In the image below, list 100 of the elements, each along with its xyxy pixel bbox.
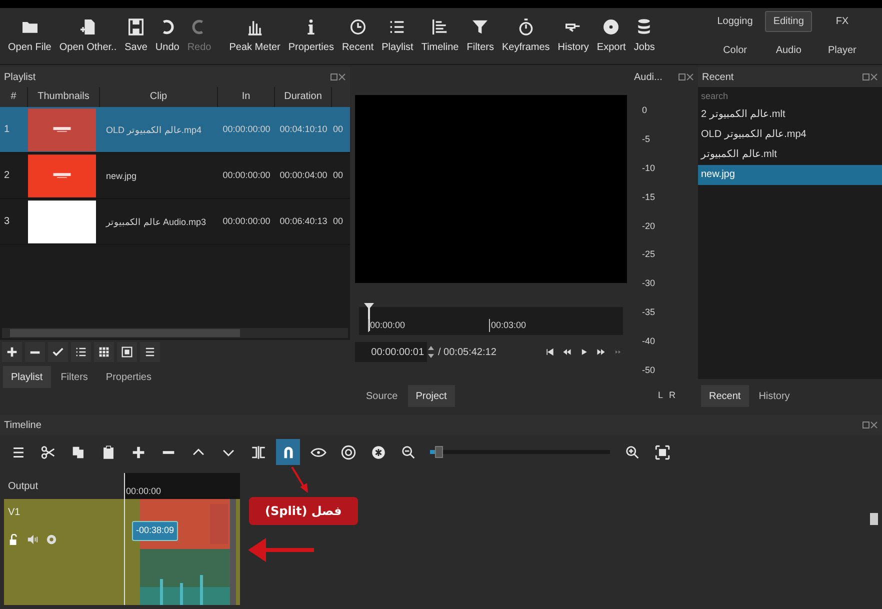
meter-scale-label: -50 [642, 364, 656, 375]
plus-icon [5, 345, 19, 359]
layout-tab[interactable]: Logging [711, 11, 759, 32]
asterisk-icon [370, 444, 386, 460]
slider-thumb[interactable] [435, 446, 444, 458]
grid-icon [97, 345, 111, 359]
meter-scale-label: -20 [642, 220, 656, 230]
play-icon [579, 347, 589, 357]
fast-forward-icon [596, 347, 606, 357]
list-button[interactable] [71, 342, 91, 362]
menu-button[interactable] [140, 342, 160, 362]
skip-start-icon [545, 347, 555, 357]
rewind-icon [562, 347, 572, 357]
meter-scale-label: -35 [642, 307, 656, 318]
ruler-time: 00:00:00 [368, 318, 406, 332]
table-cell: 00:04:10:10 [280, 124, 328, 134]
toolbar-button[interactable]: Keyframes [498, 11, 554, 61]
meter-scale-label: -30 [642, 278, 656, 288]
clip-name: OLD عالم الكمبيوتر.mp4 [106, 124, 203, 136]
float-close-icon[interactable] [862, 73, 878, 81]
playlist-row[interactable]: 2 new.jpg 00:00:00:00 00:00:04:00 00 [0, 153, 350, 199]
layout-tab[interactable]: Audio [764, 40, 812, 61]
toolbar-button[interactable]: Filters [462, 11, 498, 61]
target-icon [340, 444, 356, 460]
toolbar-button[interactable]: Open File [4, 11, 56, 61]
clip-name: new.jpg [106, 170, 138, 182]
magnet-button[interactable] [276, 439, 300, 465]
meter-scale-label: -15 [642, 192, 656, 202]
callout-label: فصل (Split) [249, 497, 358, 525]
toolbar-button[interactable]: Timeline [417, 11, 463, 61]
toolbar-button[interactable]: Undo [151, 11, 184, 61]
speaker-icon[interactable] [27, 534, 38, 545]
list-icon [74, 345, 88, 359]
channel-label: L [658, 389, 664, 402]
table-cell: 00:06:40:13 [280, 216, 328, 226]
recent-item[interactable]: new.jpg [698, 165, 882, 185]
toolbar-button[interactable]: Export [592, 11, 630, 61]
clip-name: عالم الكمبيوتر Audio.mp3 [106, 216, 208, 228]
time-tooltip: -00:38:09 [132, 521, 178, 540]
panel-tab[interactable]: Project [408, 385, 455, 407]
meter-scale-label: -25 [642, 249, 656, 260]
toolbar-button[interactable]: Save [120, 11, 152, 61]
meter-scale-label: -5 [642, 134, 652, 144]
minus-icon [28, 350, 42, 354]
row-number: 1 [4, 124, 10, 135]
tile-icon [120, 345, 134, 359]
timecode-field[interactable]: 00:00:00:01 [355, 342, 427, 362]
scissors-icon [40, 444, 56, 460]
zoom-out-icon [400, 444, 416, 460]
panel-tab[interactable]: Playlist [3, 366, 51, 388]
panel-title: Audi... [634, 70, 662, 84]
panel-title: Playlist [4, 70, 36, 84]
lock-icon[interactable] [8, 534, 19, 545]
disc-icon [601, 17, 622, 37]
tile-button[interactable] [117, 342, 137, 362]
track-header-label: Output [8, 481, 38, 492]
plus-button[interactable] [2, 342, 22, 362]
toolbar-button[interactable]: Playlist [378, 11, 418, 61]
layout-tab[interactable]: Editing [764, 11, 812, 32]
channel-label: R [669, 389, 676, 402]
toolbar-button[interactable]: Jobs [630, 11, 659, 61]
meter-scale-label: -40 [642, 336, 656, 346]
check-button[interactable] [48, 342, 68, 362]
table-cell: 00 [333, 216, 344, 226]
ruler-time: 00:03:00 [489, 318, 526, 332]
layout-tab[interactable]: FX [818, 11, 866, 32]
panel-title: Recent [702, 70, 734, 84]
zoom-in-icon [624, 444, 640, 460]
toolbar-button[interactable]: Properties [284, 11, 338, 61]
panel-tab[interactable]: Recent [701, 385, 749, 407]
recent-item[interactable]: عالم الكمبيوتر 2.mlt [698, 105, 882, 125]
arrow-icon [246, 535, 316, 565]
float-close-icon[interactable] [862, 421, 878, 429]
split-icon [250, 444, 266, 460]
table-cell: 00:00:04:00 [280, 170, 328, 180]
row-number: 3 [4, 216, 10, 227]
layout-tab[interactable]: Color [711, 40, 759, 61]
minus-button[interactable] [25, 342, 45, 362]
recent-item[interactable]: OLD عالم الكمبيوتر.mp4 [698, 125, 882, 145]
ruler-time: 00:00:00 [126, 486, 162, 496]
fit-icon [654, 444, 670, 460]
check-icon [51, 345, 65, 359]
meter-scale-label: -10 [642, 162, 656, 173]
float-close-icon[interactable] [678, 73, 694, 81]
row-number: 2 [4, 170, 10, 181]
toolbar-button[interactable]: Open Other.. [55, 11, 121, 61]
total-duration: / 00:05:42:12 [438, 346, 496, 360]
recent-item[interactable]: عالم الكمبيوتر.mlt [698, 145, 882, 165]
table-cell: 00 [333, 170, 344, 180]
toolbar-button[interactable]: History [554, 11, 593, 61]
float-close-icon[interactable] [330, 73, 346, 81]
toolbar-button[interactable]: Peak Meter [225, 11, 284, 61]
horizontal-scrollbar[interactable] [2, 328, 348, 338]
table-cell: 00:00:00:00 [222, 124, 270, 134]
eye-icon[interactable] [46, 534, 57, 545]
toolbar-button[interactable]: Recent [338, 11, 378, 61]
layout-tab[interactable]: Player [818, 40, 866, 61]
panel-title: Timeline [4, 418, 42, 432]
meter-scale-label: 0 [642, 105, 648, 115]
grid-button[interactable] [94, 342, 114, 362]
